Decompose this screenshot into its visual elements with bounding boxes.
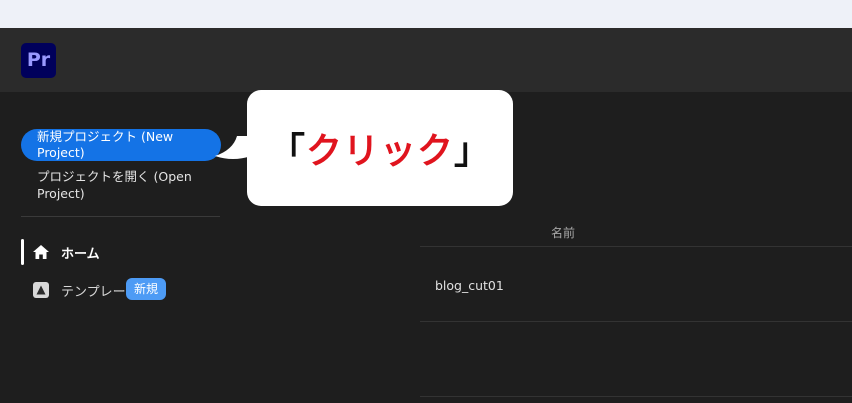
- new-badge: 新規: [126, 278, 166, 300]
- table-divider: [420, 396, 852, 397]
- table-row[interactable]: blog_cut01: [420, 247, 852, 321]
- sidebar-item-home[interactable]: ホーム: [21, 239, 221, 265]
- sidebar-divider: [21, 216, 220, 217]
- sidebar-item-label: ホーム: [61, 247, 100, 262]
- project-name: blog_cut01: [435, 278, 504, 293]
- templates-icon: [33, 282, 49, 298]
- callout-word: クリック: [305, 131, 454, 172]
- column-header-name[interactable]: 名前: [551, 224, 575, 241]
- new-project-button[interactable]: 新規プロジェクト (New Project): [21, 129, 221, 161]
- callout-annotation: 「クリック」: [247, 90, 513, 206]
- active-indicator: [21, 239, 24, 265]
- callout-close-bracket: 」: [454, 131, 492, 172]
- top-strip: [0, 0, 852, 28]
- sidebar-item-templates[interactable]: テンプレート 新規: [21, 277, 221, 303]
- home-icon: [33, 245, 49, 259]
- open-project-button[interactable]: プロジェクトを開く (Open Project): [21, 168, 221, 202]
- title-bar: [0, 28, 852, 92]
- callout-open-bracket: 「: [268, 131, 306, 172]
- callout-tail: [215, 136, 251, 159]
- premiere-logo: Pr: [21, 43, 56, 78]
- table-divider: [420, 321, 852, 322]
